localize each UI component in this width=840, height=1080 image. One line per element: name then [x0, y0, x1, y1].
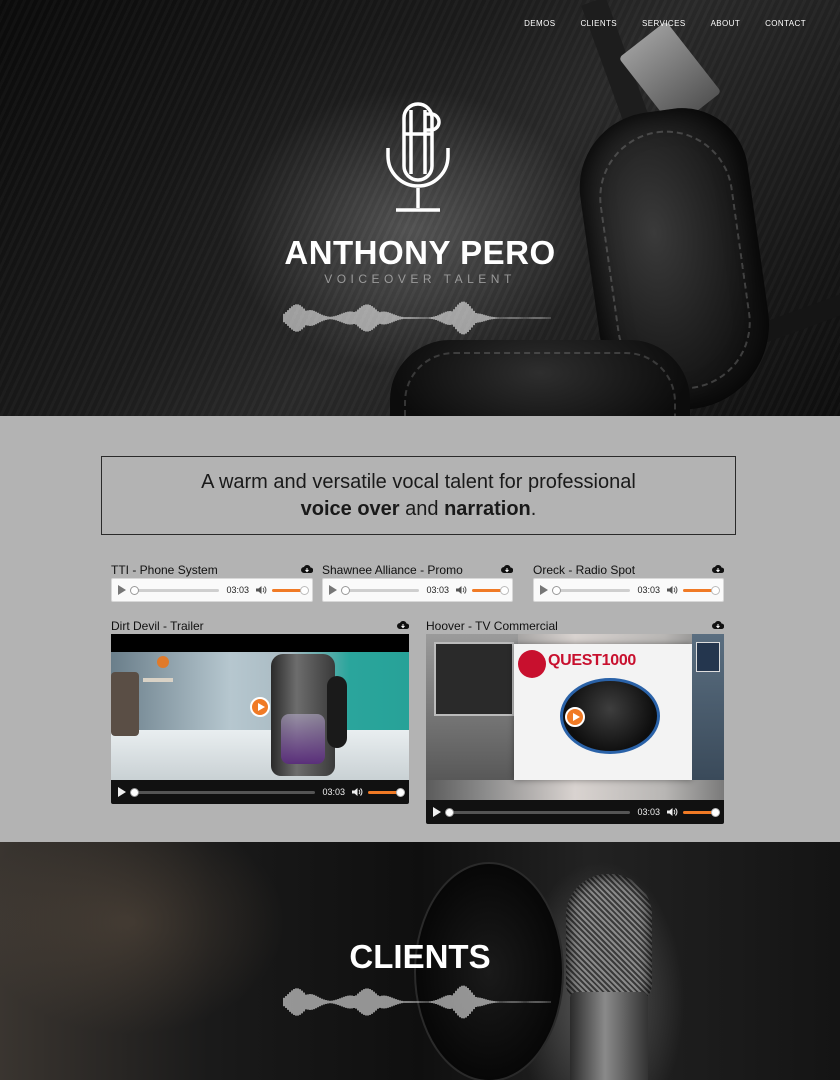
scene-oven	[426, 634, 518, 780]
scene-lamp	[157, 656, 169, 668]
seek-handle[interactable]	[341, 585, 350, 595]
seek-bar[interactable]	[552, 585, 631, 595]
audio-demo-card: Shawnee Alliance - Promo 03:03	[322, 562, 513, 602]
seek-bar[interactable]	[130, 585, 220, 595]
soundwave-icon	[283, 301, 551, 335]
nav-item-clients[interactable]: CLIENTS	[580, 19, 617, 28]
audio-demo-title: Oreck - Radio Spot	[533, 563, 636, 577]
volume-slider[interactable]	[683, 807, 720, 817]
product-name: QUEST1000	[548, 652, 637, 669]
intro-line-1: A warm and versatile vocal talent for pr…	[201, 471, 636, 493]
intro-tagline-box: A warm and versatile vocal talent for pr…	[101, 456, 736, 535]
main-nav: DEMOS CLIENTS SERVICES ABOUT CONTACT	[499, 19, 806, 28]
duration: 03:03	[637, 585, 660, 595]
video-play-icon[interactable]	[250, 697, 270, 717]
cloud-download-icon[interactable]	[712, 620, 724, 630]
scene-table	[143, 678, 173, 682]
intro-period: .	[530, 498, 537, 520]
audio-player: 03:03	[111, 578, 313, 602]
duration: 03:03	[322, 787, 345, 797]
video-thumbnail[interactable]	[111, 634, 409, 780]
volume-icon[interactable]	[351, 787, 363, 797]
duration: 03:03	[226, 585, 249, 595]
play-icon[interactable]	[540, 585, 548, 595]
audio-player: 03:03	[322, 578, 513, 602]
clients-section: CLIENTS	[0, 842, 840, 1080]
seek-handle[interactable]	[130, 787, 139, 797]
video-demo-title: Hoover - TV Commercial	[426, 619, 558, 633]
audio-demo-card: TTI - Phone System 03:03	[111, 562, 313, 602]
seek-handle[interactable]	[130, 585, 139, 595]
nav-item-about[interactable]: ABOUT	[711, 19, 741, 28]
studio-microphone-body-image	[570, 992, 648, 1080]
hero-section: DEMOS CLIENTS SERVICES ABOUT CONTACT ANT…	[0, 0, 840, 416]
brand-name: ANTHONY PERO	[284, 234, 556, 271]
play-icon[interactable]	[329, 585, 337, 595]
play-icon[interactable]	[118, 585, 126, 595]
seek-bar[interactable]	[445, 807, 631, 817]
seek-handle[interactable]	[445, 807, 454, 817]
microphone-logo-icon	[386, 102, 450, 212]
volume-handle[interactable]	[396, 787, 405, 797]
scene-floor	[111, 730, 409, 780]
video-demo-card: Dirt Devil - Trailer 03:03	[111, 618, 409, 804]
seek-handle[interactable]	[552, 585, 561, 595]
duration: 03:03	[426, 585, 449, 595]
seek-bar[interactable]	[341, 585, 420, 595]
intro-line-2: voice over and narration.	[102, 496, 735, 523]
vacuum-wheel	[327, 676, 347, 748]
wifi-badge-icon	[696, 642, 720, 672]
volume-slider[interactable]	[272, 585, 309, 595]
video-player-controls: 03:03	[111, 780, 409, 804]
brand-tagline: VOICEOVER TALENT	[324, 272, 516, 286]
audio-demo-title: TTI - Phone System	[111, 563, 218, 577]
letterbox	[111, 634, 409, 652]
nav-item-demos[interactable]: DEMOS	[524, 19, 555, 28]
duration: 03:03	[637, 807, 660, 817]
intro-bold-voiceover: voice over	[300, 498, 400, 520]
play-icon[interactable]	[118, 787, 126, 797]
cloud-download-icon[interactable]	[397, 620, 409, 630]
volume-slider[interactable]	[368, 787, 405, 797]
volume-icon[interactable]	[455, 585, 467, 595]
volume-handle[interactable]	[711, 807, 720, 817]
volume-icon[interactable]	[666, 807, 678, 817]
video-player-controls: 03:03	[426, 800, 724, 824]
headphone-bottom-cup-image	[390, 340, 690, 416]
volume-icon[interactable]	[255, 585, 267, 595]
soundwave-icon	[283, 985, 551, 1019]
seek-bar[interactable]	[130, 787, 316, 797]
nav-item-services[interactable]: SERVICES	[642, 19, 686, 28]
demos-section: A warm and versatile vocal talent for pr…	[0, 416, 840, 842]
intro-bold-narration: narration	[444, 498, 531, 520]
audio-demo-title: Shawnee Alliance - Promo	[322, 563, 463, 577]
vacuum-image	[271, 654, 335, 776]
intro-and: and	[405, 498, 439, 520]
volume-handle[interactable]	[500, 585, 509, 595]
video-demo-title: Dirt Devil - Trailer	[111, 619, 204, 633]
volume-handle[interactable]	[711, 585, 720, 595]
volume-slider[interactable]	[683, 585, 720, 595]
hoover-logo-icon	[518, 650, 546, 678]
volume-slider[interactable]	[472, 585, 509, 595]
video-thumbnail[interactable]: QUEST1000	[426, 634, 724, 800]
audio-player: 03:03	[533, 578, 724, 602]
volume-icon[interactable]	[666, 585, 678, 595]
cloud-download-icon[interactable]	[301, 564, 313, 574]
video-play-icon[interactable]	[565, 707, 585, 727]
volume-handle[interactable]	[300, 585, 309, 595]
product-box-image: QUEST1000	[514, 644, 692, 780]
clients-heading: CLIENTS	[349, 938, 491, 975]
audio-demo-card: Oreck - Radio Spot 03:03	[533, 562, 724, 602]
scene-sofa	[111, 672, 139, 736]
play-icon[interactable]	[433, 807, 441, 817]
video-demo-card: Hoover - TV Commercial QUEST1000 03:03	[426, 618, 724, 824]
nav-item-contact[interactable]: CONTACT	[765, 19, 806, 28]
cloud-download-icon[interactable]	[712, 564, 724, 574]
scene-wall	[111, 652, 409, 730]
cloud-download-icon[interactable]	[501, 564, 513, 574]
